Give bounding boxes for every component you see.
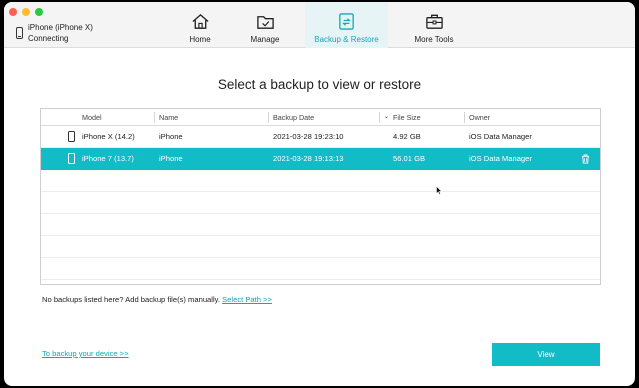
minimize-window-button[interactable]: [22, 8, 30, 16]
empty-row: [41, 192, 600, 214]
main-tabs: Home Manage Backup & Restore More Tools: [175, 2, 480, 48]
column-header-name[interactable]: Name: [159, 109, 178, 126]
close-window-button[interactable]: [9, 8, 17, 16]
phone-icon: [68, 153, 75, 164]
empty-row: [41, 214, 600, 236]
window-controls: [9, 8, 43, 16]
device-name: iPhone (iPhone X): [28, 23, 93, 32]
phone-icon: [16, 27, 23, 39]
tab-home-label: Home: [189, 35, 211, 44]
cell-model: iPhone X (14.2): [82, 132, 135, 141]
tab-backup-restore[interactable]: Backup & Restore: [305, 2, 388, 48]
empty-row: [41, 280, 600, 284]
empty-row: [41, 170, 600, 192]
tab-home[interactable]: Home: [175, 2, 225, 48]
title-bar: iPhone (iPhone X) Connecting Home Manage: [4, 2, 635, 48]
tab-backup-restore-label: Backup & Restore: [314, 35, 379, 44]
no-backups-hint-text: No backups listed here? Add backup file(…: [42, 295, 220, 304]
column-divider: [268, 112, 269, 123]
cell-owner: iOS Data Manager: [469, 154, 532, 163]
home-icon: [191, 13, 209, 29]
view-button[interactable]: View: [492, 343, 600, 366]
column-header-backup-date[interactable]: Backup Date: [273, 109, 314, 126]
backup-table: Model Name Backup Date ⌄ File Size Owner…: [40, 108, 601, 285]
tab-more-tools-label: More Tools: [414, 35, 454, 44]
tab-manage-label: Manage: [250, 35, 280, 44]
device-status[interactable]: iPhone (iPhone X) Connecting: [16, 22, 93, 44]
column-header-file-size[interactable]: File Size: [393, 109, 421, 126]
column-header-owner[interactable]: Owner: [469, 109, 490, 126]
table-row[interactable]: iPhone X (14.2) iPhone 2021-03-28 19:23:…: [41, 126, 600, 148]
table-header: Model Name Backup Date ⌄ File Size Owner: [41, 109, 600, 126]
backup-restore-icon: [339, 13, 354, 30]
select-path-link[interactable]: Select Path >>: [222, 295, 272, 304]
backup-device-link[interactable]: To backup your device >>: [42, 349, 129, 358]
cell-name: iPhone: [159, 154, 183, 163]
column-divider: [154, 112, 155, 123]
cell-owner: iOS Data Manager: [469, 132, 532, 141]
column-header-model[interactable]: Model: [82, 109, 102, 126]
table-row-selected[interactable]: iPhone 7 (13.7) iPhone 2021-03-28 19:13:…: [41, 148, 600, 170]
cell-backup-date: 2021-03-28 19:13:13: [273, 154, 344, 163]
column-divider: [464, 112, 465, 123]
tab-manage[interactable]: Manage: [225, 2, 305, 48]
empty-row: [41, 258, 600, 280]
toolbox-icon: [425, 14, 443, 29]
mouse-cursor-icon: [436, 186, 442, 195]
zoom-window-button[interactable]: [35, 8, 43, 16]
cell-model: iPhone 7 (13.7): [82, 154, 134, 163]
trash-icon[interactable]: [581, 154, 590, 164]
column-divider: [379, 112, 380, 123]
cell-file-size: 4.92 GB: [393, 132, 421, 141]
no-backups-hint: No backups listed here? Add backup file(…: [42, 295, 272, 304]
device-connection-status: Connecting: [28, 34, 69, 43]
cell-name: iPhone: [159, 132, 183, 141]
tab-more-tools[interactable]: More Tools: [388, 2, 480, 48]
page-title: Select a backup to view or restore: [217, 77, 422, 92]
cell-file-size: 56.01 GB: [393, 154, 426, 163]
phone-icon: [68, 131, 75, 142]
cell-backup-date: 2021-03-28 19:23:10: [273, 132, 344, 141]
app-window: iPhone (iPhone X) Connecting Home Manage: [4, 2, 635, 386]
empty-row: [41, 236, 600, 258]
folder-icon: [256, 16, 274, 29]
sort-descending-icon[interactable]: ⌄: [384, 109, 389, 126]
